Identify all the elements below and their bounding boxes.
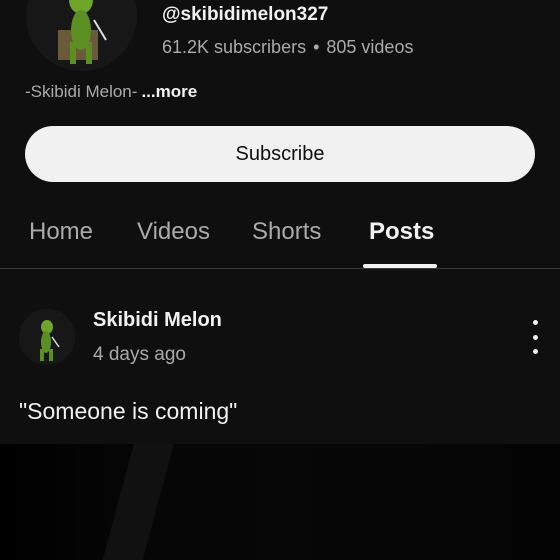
subscriber-count: 61.2K subscribers	[162, 37, 307, 57]
frog-character-icon	[19, 309, 75, 365]
tab-videos[interactable]: Videos	[137, 218, 210, 246]
kebab-dot	[532, 320, 538, 325]
post-text: "Someone is coming"	[19, 398, 238, 424]
more-link[interactable]: ...more	[141, 82, 197, 101]
frog-character-icon	[26, 0, 137, 71]
post-author-avatar[interactable]	[19, 309, 75, 365]
tab-home[interactable]: Home	[29, 218, 93, 246]
post-timestamp: 4 days ago	[93, 344, 186, 365]
kebab-dot	[532, 334, 538, 340]
channel-description[interactable]: -Skibidi Melon- ...more	[25, 82, 197, 102]
channel-handle: @skibidimelon327	[162, 4, 329, 25]
post-author-name[interactable]: Skibidi Melon	[93, 309, 222, 332]
image-shadow-streak	[96, 444, 174, 560]
subscribe-button[interactable]: Subscribe	[25, 126, 535, 182]
channel-tabs: Home Videos Shorts Posts	[0, 200, 560, 269]
meta-separator: •	[313, 37, 320, 57]
channel-avatar[interactable]	[26, 0, 137, 71]
tab-shorts[interactable]: Shorts	[252, 218, 321, 246]
kebab-dot	[532, 349, 538, 354]
post-image[interactable]	[0, 444, 560, 560]
active-tab-indicator	[363, 264, 437, 268]
tab-posts[interactable]: Posts	[369, 218, 434, 246]
description-text: -Skibidi Melon-	[25, 82, 138, 101]
video-count: 805 videos	[326, 37, 414, 57]
more-vertical-icon[interactable]	[522, 320, 548, 354]
channel-meta: 61.2K subscribers • 805 videos	[162, 37, 413, 58]
